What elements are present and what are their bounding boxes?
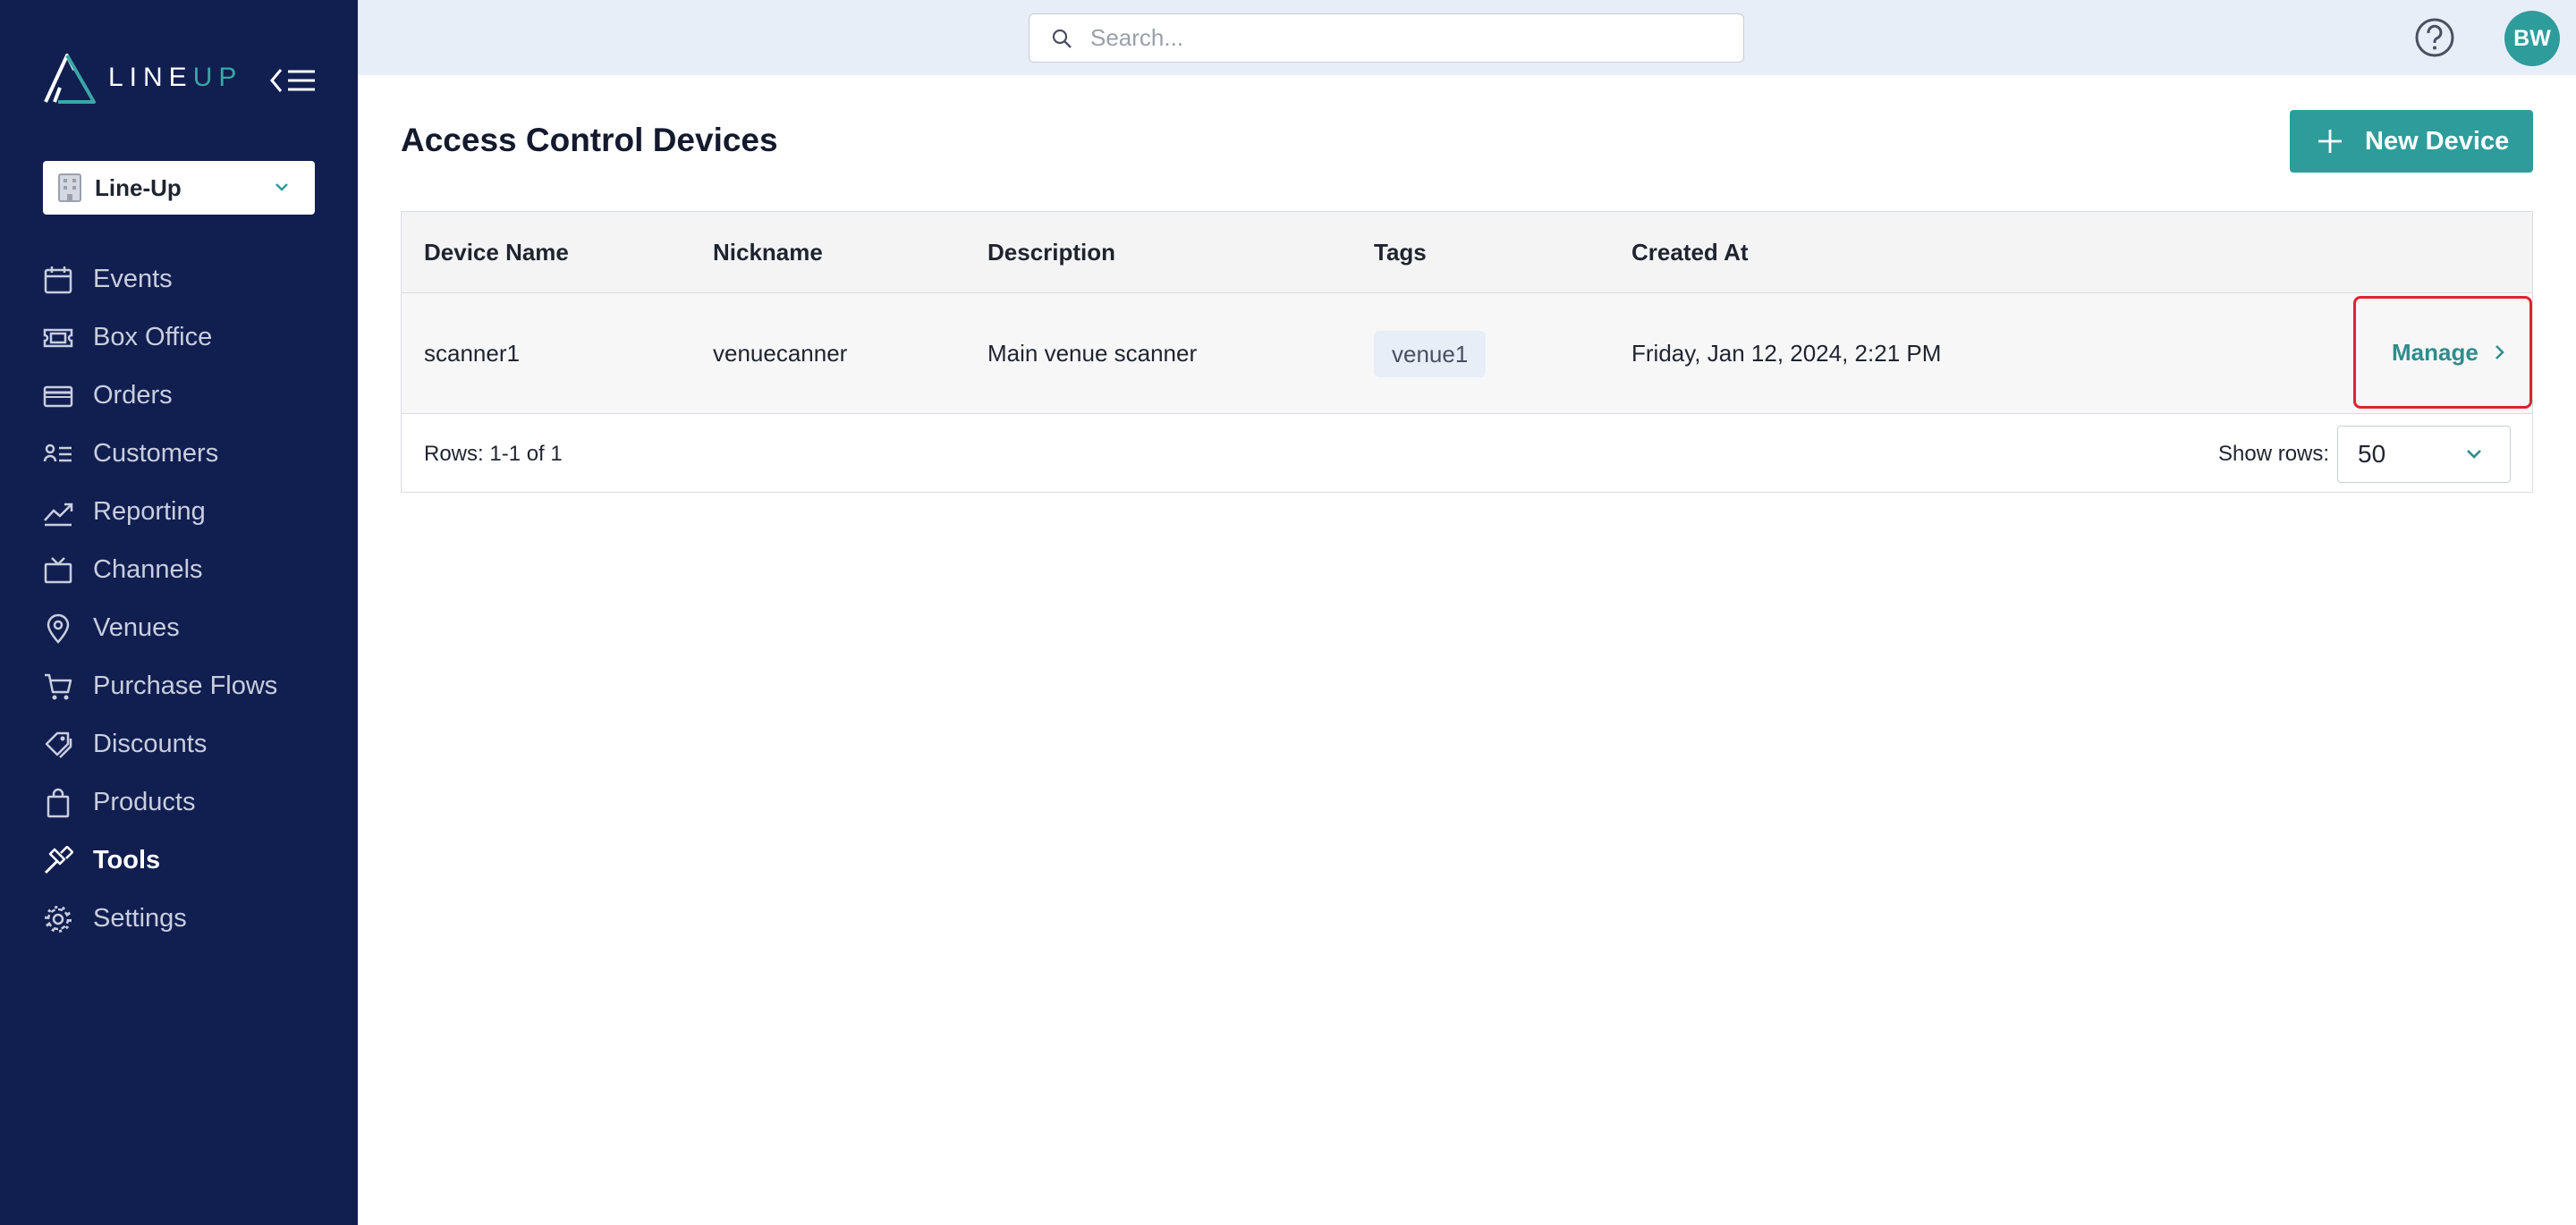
rows-per-page-value: 50 bbox=[2358, 440, 2386, 468]
sidebar-item-label: Venues bbox=[93, 613, 180, 642]
sidebar-item-label: Products bbox=[93, 788, 196, 816]
created-at-cell: Friday, Jan 12, 2024, 2:21 PM bbox=[1631, 340, 1942, 367]
shopping-bag-icon bbox=[43, 788, 73, 818]
sidebar-item-products[interactable]: Products bbox=[0, 773, 358, 832]
sidebar: LINEUP Line-Up Events Box Office Orders … bbox=[0, 0, 358, 1225]
sidebar-item-label: Channels bbox=[93, 555, 203, 584]
sidebar-nav: Events Box Office Orders Customers Repor… bbox=[0, 250, 358, 948]
sidebar-item-purchase-flows[interactable]: Purchase Flows bbox=[0, 657, 358, 715]
table-row[interactable]: scanner1 venuecanner Main venue scanner … bbox=[402, 293, 2532, 414]
organization-select[interactable]: Line-Up bbox=[43, 161, 315, 215]
table-footer: Rows: 1-1 of 1 Show rows: 50 bbox=[402, 414, 2532, 494]
device-name-cell: scanner1 bbox=[424, 340, 520, 367]
rows-info: Rows: 1-1 of 1 bbox=[424, 442, 563, 466]
page-title: Access Control Devices bbox=[401, 122, 778, 158]
devices-table: Device Name Nickname Description Tags Cr… bbox=[401, 211, 2533, 493]
show-rows-label: Show rows: bbox=[2218, 442, 2330, 466]
sidebar-item-discounts[interactable]: Discounts bbox=[0, 715, 358, 773]
sidebar-item-settings[interactable]: Settings bbox=[0, 890, 358, 948]
nickname-cell: venuecanner bbox=[713, 340, 848, 367]
column-header-created-at[interactable]: Created At bbox=[1631, 239, 1749, 266]
collapse-sidebar-button[interactable] bbox=[270, 64, 317, 97]
sidebar-item-label: Discounts bbox=[93, 730, 208, 758]
sidebar-item-channels[interactable]: Channels bbox=[0, 541, 358, 599]
new-device-button[interactable]: New Device bbox=[2290, 110, 2533, 173]
cart-icon bbox=[43, 672, 73, 702]
sidebar-item-label: Orders bbox=[93, 381, 173, 410]
search-box[interactable] bbox=[1029, 13, 1744, 63]
column-header-device-name[interactable]: Device Name bbox=[424, 239, 569, 266]
manage-label: Manage bbox=[2392, 338, 2479, 366]
sidebar-item-label: Tools bbox=[93, 846, 161, 874]
sidebar-item-venues[interactable]: Venues bbox=[0, 599, 358, 657]
table-header: Device Name Nickname Description Tags Cr… bbox=[402, 212, 2532, 293]
sidebar-item-label: Settings bbox=[93, 904, 187, 933]
search-icon bbox=[1052, 29, 1072, 48]
calendar-icon bbox=[43, 265, 73, 295]
lineup-logo-icon bbox=[44, 54, 96, 104]
column-header-description[interactable]: Description bbox=[987, 239, 1115, 266]
sidebar-item-label: Customers bbox=[93, 439, 219, 468]
help-button[interactable] bbox=[2414, 17, 2455, 58]
plus-icon bbox=[2317, 128, 2343, 155]
trend-chart-icon bbox=[43, 497, 73, 528]
description-cell: Main venue scanner bbox=[987, 340, 1198, 367]
gear-icon bbox=[43, 904, 73, 934]
chevron-right-icon bbox=[2493, 343, 2505, 361]
new-device-label: New Device bbox=[2365, 126, 2510, 156]
column-header-tags[interactable]: Tags bbox=[1374, 239, 1427, 266]
sidebar-item-label: Reporting bbox=[93, 497, 206, 526]
sidebar-item-box-office[interactable]: Box Office bbox=[0, 308, 358, 367]
user-avatar[interactable]: BW bbox=[2504, 11, 2560, 66]
tag-badge: venue1 bbox=[1374, 331, 1487, 377]
sidebar-item-label: Events bbox=[93, 265, 173, 293]
credit-card-icon bbox=[43, 381, 73, 411]
sidebar-item-label: Box Office bbox=[93, 323, 213, 351]
map-pin-icon bbox=[43, 613, 73, 644]
chevron-down-icon bbox=[2467, 450, 2481, 459]
sidebar-item-events[interactable]: Events bbox=[0, 250, 358, 308]
chevron-down-icon bbox=[275, 183, 288, 191]
sidebar-item-label: Purchase Flows bbox=[93, 672, 278, 700]
top-bar: BW bbox=[358, 0, 2576, 75]
tags-icon bbox=[43, 730, 73, 760]
sidebar-item-tools[interactable]: Tools bbox=[0, 832, 358, 890]
sidebar-item-reporting[interactable]: Reporting bbox=[0, 483, 358, 541]
tv-icon bbox=[43, 555, 73, 586]
collapse-menu-icon bbox=[270, 69, 315, 92]
search-input[interactable] bbox=[1090, 24, 1716, 52]
ticket-icon bbox=[43, 323, 73, 353]
help-circle-icon bbox=[2415, 18, 2454, 57]
organization-label: Line-Up bbox=[95, 173, 182, 201]
rows-per-page-select[interactable]: 50 bbox=[2337, 426, 2511, 483]
manage-button[interactable]: Manage bbox=[2353, 296, 2532, 409]
lineup-logo-text: LINEUP bbox=[108, 63, 243, 92]
building-icon bbox=[58, 173, 81, 202]
sidebar-item-customers[interactable]: Customers bbox=[0, 425, 358, 483]
customers-icon bbox=[43, 439, 73, 469]
lineup-logo[interactable]: LINEUP bbox=[42, 52, 242, 104]
hammer-icon bbox=[43, 845, 73, 876]
column-header-nickname[interactable]: Nickname bbox=[713, 239, 823, 266]
sidebar-item-orders[interactable]: Orders bbox=[0, 367, 358, 425]
